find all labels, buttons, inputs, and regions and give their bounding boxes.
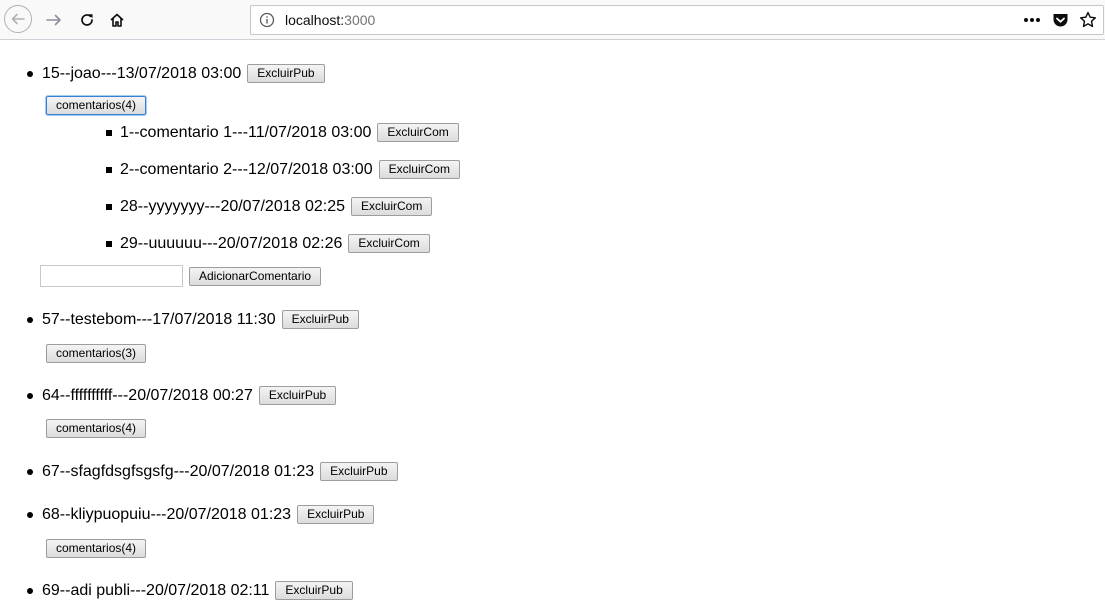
bullet <box>27 392 33 399</box>
post-text: 64--ffffffffff---20/07/2018 00:27 <box>42 386 253 404</box>
bullet <box>27 316 33 323</box>
forward-button[interactable] <box>40 6 68 34</box>
post-item: 15--joao---13/07/2018 03:00 ExcluirPub <box>27 64 325 83</box>
delete-comment-button[interactable]: ExcluirCom <box>351 197 433 216</box>
post-text: 15--joao---13/07/2018 03:00 <box>42 64 242 82</box>
comment-input[interactable] <box>40 265 183 287</box>
bullet <box>27 70 33 77</box>
arrow-right-icon <box>46 14 61 26</box>
post-item: 69--adi publi---20/07/2018 02:11 Excluir… <box>27 581 353 600</box>
reload-icon <box>81 14 93 26</box>
page-actions-icon[interactable] <box>1023 10 1041 30</box>
back-button[interactable] <box>4 5 32 33</box>
post-text: 68--kliypuopuiu---20/07/2018 01:23 <box>42 505 292 523</box>
post-text: 69--adi publi---20/07/2018 02:11 <box>42 581 270 599</box>
delete-post-button[interactable]: ExcluirPub <box>281 310 359 329</box>
arrow-left-icon <box>11 13 25 25</box>
comments-toggle-row: comentarios(3) <box>46 344 147 363</box>
url-bar[interactable]: localhost:3000 <box>250 5 1104 35</box>
delete-post-button[interactable]: ExcluirPub <box>247 64 325 83</box>
bullet <box>106 203 112 210</box>
comments-toggle-button[interactable]: comentarios(3) <box>46 344 147 363</box>
delete-post-button[interactable]: ExcluirPub <box>275 581 353 600</box>
delete-post-button[interactable]: ExcluirPub <box>320 462 398 481</box>
url-text[interactable]: localhost:3000 <box>285 12 375 28</box>
comments-toggle-button[interactable]: comentarios(4) <box>46 419 147 438</box>
comments-toggle-row: comentarios(4) <box>46 539 147 558</box>
pocket-icon[interactable] <box>1051 10 1069 30</box>
bullet <box>27 587 33 594</box>
comment-text: 28--yyyyyyy---20/07/2018 02:25 <box>120 197 345 215</box>
bookmark-star-icon[interactable] <box>1079 10 1097 30</box>
post-text: 67--sfagfdsgfsgsfg---20/07/2018 01:23 <box>42 462 315 480</box>
home-button[interactable] <box>103 6 131 34</box>
post-item: 68--kliypuopuiu---20/07/2018 01:23 Exclu… <box>27 505 375 524</box>
comment-item: 1--comentario 1---11/07/2018 03:00 Exclu… <box>106 123 459 142</box>
bullet <box>106 166 112 173</box>
comment-text: 2--comentario 2---12/07/2018 03:00 <box>120 160 373 178</box>
comment-text: 1--comentario 1---11/07/2018 03:00 <box>120 123 372 141</box>
url-port: 3000 <box>344 12 376 28</box>
delete-post-button[interactable]: ExcluirPub <box>258 386 337 405</box>
comments-toggle-row: comentarios(4) <box>46 96 147 115</box>
post-item: 64--ffffffffff---20/07/2018 00:27 Exclui… <box>27 386 337 405</box>
delete-comment-button[interactable]: ExcluirCom <box>377 123 459 142</box>
home-icon <box>110 13 124 27</box>
browser-toolbar: localhost:3000 <box>0 0 1105 40</box>
reload-button[interactable] <box>73 6 101 34</box>
post-item: 67--sfagfdsgfsgsfg---20/07/2018 01:23 Ex… <box>27 462 398 481</box>
post-text: 57--testebom---17/07/2018 11:30 <box>42 310 276 328</box>
url-host: localhost: <box>285 12 345 28</box>
delete-comment-button[interactable]: ExcluirCom <box>378 160 460 179</box>
delete-post-button[interactable]: ExcluirPub <box>297 505 375 524</box>
add-comment-button[interactable]: AdicionarComentario <box>189 266 322 286</box>
info-icon[interactable] <box>259 12 275 28</box>
post-item: 57--testebom---17/07/2018 11:30 ExcluirP… <box>27 310 359 329</box>
comments-toggle-button[interactable]: comentarios(4) <box>46 96 147 115</box>
comment-item: 29--uuuuuu---20/07/2018 02:26 ExcluirCom <box>106 234 430 253</box>
bullet <box>106 240 112 247</box>
delete-comment-button[interactable]: ExcluirCom <box>348 234 430 253</box>
add-comment-row: AdicionarComentario <box>40 265 322 287</box>
bullet <box>27 511 33 518</box>
comments-toggle-button[interactable]: comentarios(4) <box>46 539 147 558</box>
bullet <box>106 129 112 136</box>
comment-item: 2--comentario 2---12/07/2018 03:00 Exclu… <box>106 160 460 179</box>
comment-text: 29--uuuuuu---20/07/2018 02:26 <box>120 234 343 252</box>
bullet <box>27 468 33 475</box>
comment-item: 28--yyyyyyy---20/07/2018 02:25 ExcluirCo… <box>106 197 433 216</box>
comments-toggle-row: comentarios(4) <box>46 419 147 438</box>
